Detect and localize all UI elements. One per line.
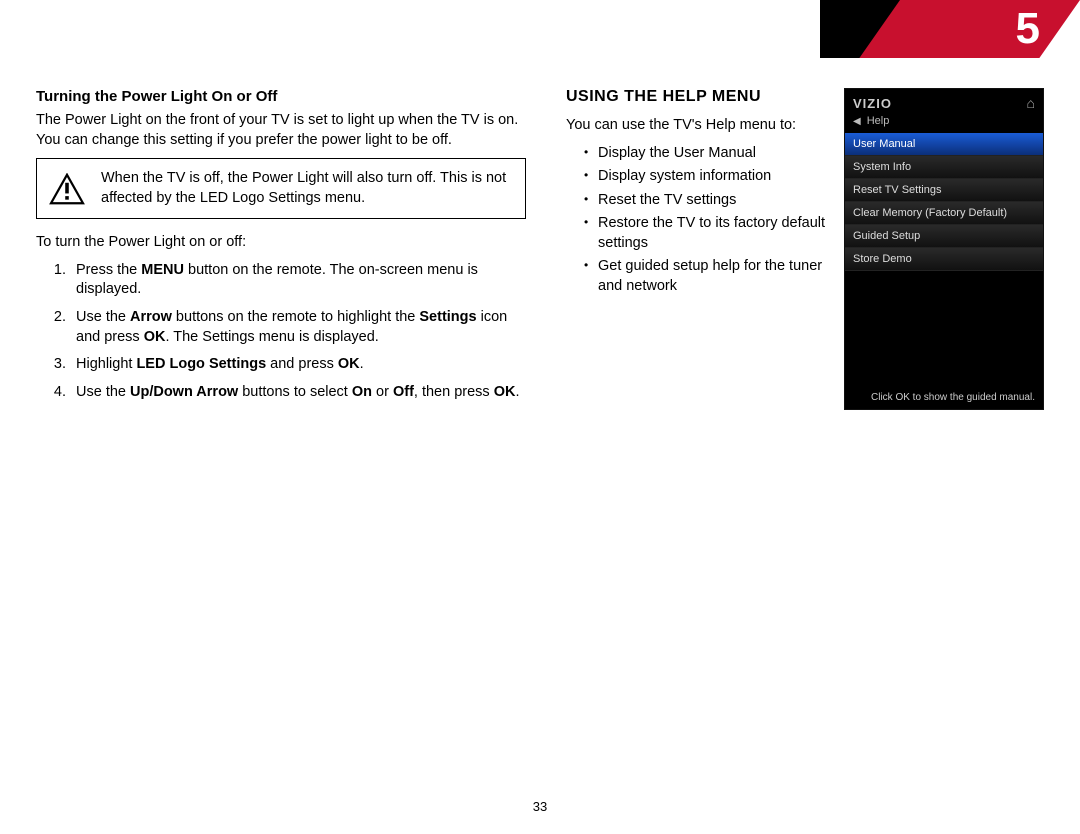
chapter-number: 5 bbox=[1016, 4, 1040, 54]
bullet-item: Display system information bbox=[584, 167, 826, 187]
step-4: Use the Up/Down Arrow buttons to select … bbox=[70, 383, 526, 403]
back-arrow-icon: ◀ bbox=[853, 116, 861, 127]
tv-menu-item-selected: User Manual bbox=[845, 133, 1043, 156]
page-number: 33 bbox=[0, 799, 1080, 814]
bullet-item: Restore the TV to its factory default se… bbox=[584, 214, 826, 253]
notice-text: When the TV is off, the Power Light will… bbox=[101, 169, 513, 208]
step-1: Press the MENU button on the remote. The… bbox=[70, 261, 526, 300]
tv-breadcrumb: Help bbox=[867, 115, 890, 127]
step-2: Use the Arrow buttons on the remote to h… bbox=[70, 308, 526, 347]
tv-menu-item: Guided Setup bbox=[845, 225, 1043, 248]
steps-list: Press the MENU button on the remote. The… bbox=[70, 261, 526, 402]
right-column: USING THE HELP MENU You can use the TV's… bbox=[566, 88, 1044, 410]
steps-lead: To turn the Power Light on or off: bbox=[36, 233, 526, 253]
home-icon: ⌂ bbox=[1027, 95, 1035, 111]
power-light-intro: The Power Light on the front of your TV … bbox=[36, 111, 526, 150]
warning-icon bbox=[49, 173, 85, 205]
bullet-item: Reset the TV settings bbox=[584, 191, 826, 211]
step-3: Highlight LED Logo Settings and press OK… bbox=[70, 355, 526, 375]
help-bullets: Display the User Manual Display system i… bbox=[584, 144, 826, 297]
notice-box: When the TV is off, the Power Light will… bbox=[36, 158, 526, 219]
tv-menu-item: System Info bbox=[845, 156, 1043, 179]
tv-menu-screenshot: VIZIO ⌂ ◀ Help User Manual System Info R… bbox=[844, 88, 1044, 410]
section-heading-help-menu: USING THE HELP MENU bbox=[566, 88, 826, 106]
section-heading-power-light: Turning the Power Light On or Off bbox=[36, 88, 526, 105]
tv-logo: VIZIO bbox=[853, 96, 892, 111]
chapter-tab: 5 bbox=[820, 0, 1080, 58]
bullet-item: Display the User Manual bbox=[584, 144, 826, 164]
left-column: Turning the Power Light On or Off The Po… bbox=[36, 88, 526, 410]
tv-menu-item: Clear Memory (Factory Default) bbox=[845, 202, 1043, 225]
tv-footer-hint: Click OK to show the guided manual. bbox=[853, 392, 1035, 403]
tv-menu-item: Store Demo bbox=[845, 248, 1043, 271]
help-menu-intro: You can use the TV's Help menu to: bbox=[566, 116, 826, 136]
bullet-item: Get guided setup help for the tuner and … bbox=[584, 257, 826, 296]
tv-menu-item: Reset TV Settings bbox=[845, 179, 1043, 202]
